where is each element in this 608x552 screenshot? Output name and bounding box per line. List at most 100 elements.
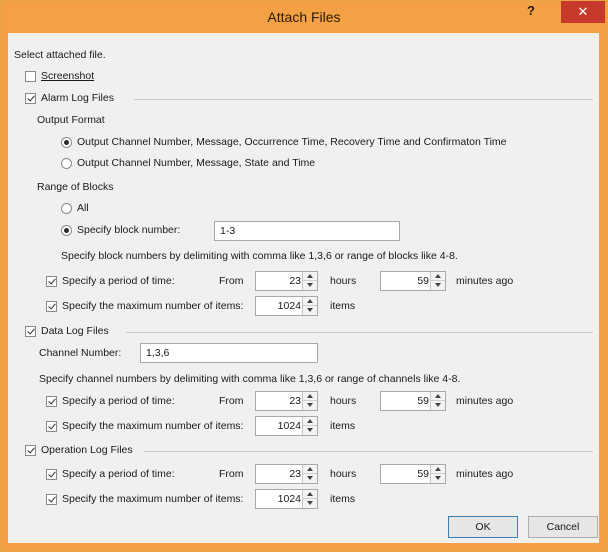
close-button[interactable]: ✕: [561, 1, 605, 23]
alarm-log-checkbox-box[interactable]: [25, 93, 36, 104]
data-minutes-spin-buttons[interactable]: [430, 392, 445, 410]
spin-up-icon[interactable]: [303, 417, 317, 426]
specify-block-label[interactable]: Specify block number:: [77, 224, 180, 236]
alarm-max-items-label[interactable]: Specify the maximum number of items:: [62, 300, 243, 312]
spin-up-icon[interactable]: [303, 465, 317, 474]
operation-items-value[interactable]: 1024: [278, 493, 301, 505]
spin-up-icon[interactable]: [303, 272, 317, 281]
alarm-hours-label: hours: [330, 275, 357, 287]
spin-up-icon[interactable]: [431, 465, 445, 474]
operation-items-spin-buttons[interactable]: [302, 490, 317, 508]
spin-down-icon[interactable]: [303, 306, 317, 315]
alarm-minutes-spin-buttons[interactable]: [430, 272, 445, 290]
data-max-items-label[interactable]: Specify the maximum number of items:: [62, 420, 243, 432]
format-option-2-label[interactable]: Output Channel Number, Message, State an…: [77, 157, 315, 169]
operation-log-label[interactable]: Operation Log Files: [41, 444, 133, 456]
alarm-minutes-label: minutes ago: [456, 275, 514, 287]
operation-section-divider: [144, 451, 593, 452]
data-log-label[interactable]: Data Log Files: [41, 325, 109, 337]
block-number-input[interactable]: 1-3: [214, 221, 400, 241]
alarm-hours-value[interactable]: 23: [289, 275, 301, 287]
spin-down-icon[interactable]: [303, 474, 317, 483]
alarm-items-spin-buttons[interactable]: [302, 297, 317, 315]
spin-down-icon[interactable]: [303, 281, 317, 290]
dialog-body: Select attached file. Screenshot Alarm L…: [8, 33, 599, 543]
spin-down-icon[interactable]: [303, 499, 317, 508]
alarm-minutes-value[interactable]: 59: [417, 275, 429, 287]
alarm-items-label: items: [330, 300, 356, 312]
cancel-button[interactable]: Cancel: [528, 516, 598, 538]
spin-up-icon[interactable]: [303, 490, 317, 499]
operation-hours-label: hours: [330, 468, 357, 480]
data-items-stepper[interactable]: 1024: [255, 416, 318, 436]
alarm-hours-stepper[interactable]: 23: [255, 271, 318, 291]
all-blocks-radio-dot[interactable]: [61, 203, 72, 214]
spin-down-icon[interactable]: [431, 474, 445, 483]
alarm-minutes-stepper[interactable]: 59: [380, 271, 446, 291]
data-log-checkbox-box[interactable]: [25, 326, 36, 337]
spin-up-icon[interactable]: [303, 392, 317, 401]
data-period-label[interactable]: Specify a period of time:: [62, 395, 175, 407]
alarm-log-label[interactable]: Alarm Log Files: [41, 92, 114, 104]
all-blocks-label[interactable]: All: [77, 202, 89, 214]
spin-down-icon[interactable]: [303, 401, 317, 410]
operation-minutes-stepper[interactable]: 59: [380, 464, 446, 484]
data-hours-stepper[interactable]: 23: [255, 391, 318, 411]
ok-button[interactable]: OK: [448, 516, 518, 538]
operation-hours-stepper[interactable]: 23: [255, 464, 318, 484]
select-label: Select attached file.: [14, 49, 106, 61]
channel-number-label: Channel Number:: [39, 347, 122, 359]
operation-hours-value[interactable]: 23: [289, 468, 301, 480]
alarm-items-value[interactable]: 1024: [278, 300, 301, 312]
operation-from-label: From: [219, 468, 244, 480]
data-items-value[interactable]: 1024: [278, 420, 301, 432]
alarm-period-label[interactable]: Specify a period of time:: [62, 275, 175, 287]
data-hours-label: hours: [330, 395, 357, 407]
operation-period-label[interactable]: Specify a period of time:: [62, 468, 175, 480]
data-minutes-value[interactable]: 59: [417, 395, 429, 407]
spin-up-icon[interactable]: [303, 297, 317, 306]
block-hint: Specify block numbers by delimiting with…: [61, 250, 458, 262]
alarm-items-stepper[interactable]: 1024: [255, 296, 318, 316]
title-bar[interactable]: Attach Files ? ✕: [1, 1, 607, 33]
spin-down-icon[interactable]: [431, 281, 445, 290]
operation-items-stepper[interactable]: 1024: [255, 489, 318, 509]
alarm-section-divider: [134, 99, 593, 100]
spin-down-icon[interactable]: [303, 426, 317, 435]
alarm-period-checkbox-box[interactable]: [46, 276, 57, 287]
range-of-blocks-label: Range of Blocks: [37, 181, 114, 193]
data-hours-spin-buttons[interactable]: [302, 392, 317, 410]
data-hours-value[interactable]: 23: [289, 395, 301, 407]
alarm-from-label: From: [219, 275, 244, 287]
format-option-1-label[interactable]: Output Channel Number, Message, Occurren…: [77, 136, 507, 148]
data-period-checkbox-box[interactable]: [46, 396, 57, 407]
operation-hours-spin-buttons[interactable]: [302, 465, 317, 483]
spin-up-icon[interactable]: [431, 272, 445, 281]
screenshot-label[interactable]: Screenshot: [41, 70, 94, 82]
operation-minutes-value[interactable]: 59: [417, 468, 429, 480]
alarm-max-items-checkbox-box[interactable]: [46, 301, 57, 312]
data-section-divider: [126, 332, 593, 333]
operation-minutes-spin-buttons[interactable]: [430, 465, 445, 483]
data-max-items-checkbox-box[interactable]: [46, 421, 57, 432]
format-option-2-radio-dot[interactable]: [61, 158, 72, 169]
operation-period-checkbox-box[interactable]: [46, 469, 57, 480]
screenshot-checkbox-box[interactable]: [25, 71, 36, 82]
specify-block-radio-dot[interactable]: [61, 225, 72, 236]
operation-minutes-label: minutes ago: [456, 468, 514, 480]
format-option-1-radio-dot[interactable]: [61, 137, 72, 148]
operation-log-checkbox-box[interactable]: [25, 445, 36, 456]
data-items-spin-buttons[interactable]: [302, 417, 317, 435]
data-items-label: items: [330, 420, 356, 432]
data-minutes-stepper[interactable]: 59: [380, 391, 446, 411]
spin-down-icon[interactable]: [431, 401, 445, 410]
output-format-label: Output Format: [37, 114, 105, 126]
help-button[interactable]: ?: [513, 3, 549, 25]
attach-files-dialog: Attach Files ? ✕ Select attached file. S…: [0, 0, 608, 552]
spin-up-icon[interactable]: [431, 392, 445, 401]
operation-max-items-label[interactable]: Specify the maximum number of items:: [62, 493, 243, 505]
operation-max-items-checkbox-box[interactable]: [46, 494, 57, 505]
data-minutes-label: minutes ago: [456, 395, 514, 407]
channel-number-input[interactable]: 1,3,6: [140, 343, 318, 363]
alarm-hours-spin-buttons[interactable]: [302, 272, 317, 290]
